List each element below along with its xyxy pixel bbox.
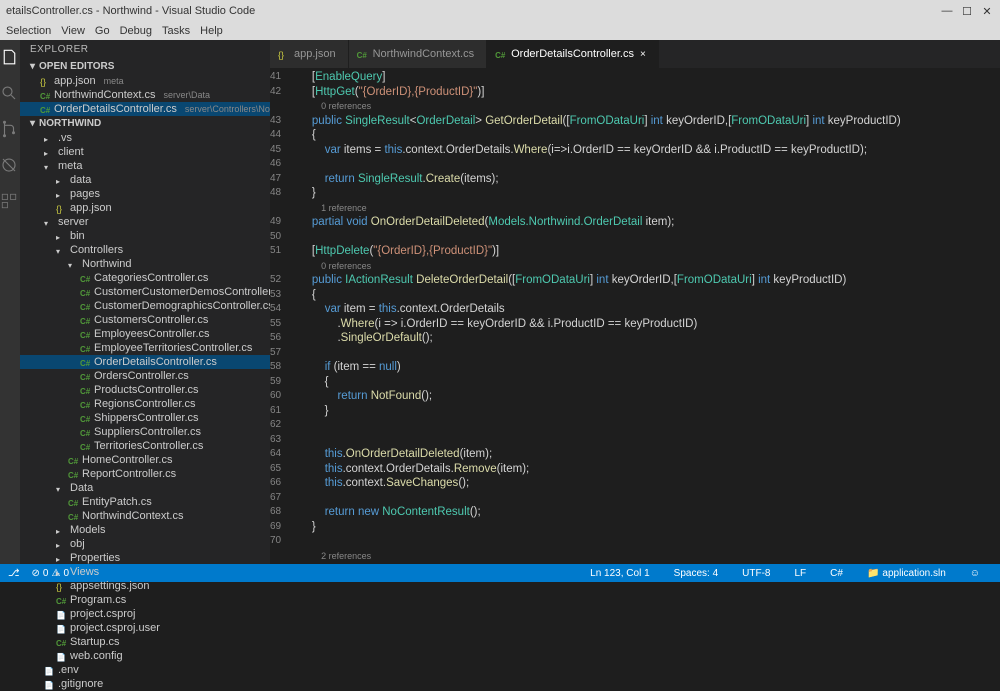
extensions-icon[interactable] <box>0 192 20 212</box>
tree-item[interactable]: project.csproj <box>20 607 270 621</box>
eol[interactable]: LF <box>794 568 806 579</box>
tree-item[interactable]: ProductsController.cs <box>20 383 270 397</box>
files-icon[interactable] <box>0 48 18 68</box>
line-col[interactable]: Ln 123, Col 1 <box>590 568 650 579</box>
tree-item[interactable]: OrdersController.cs <box>20 369 270 383</box>
tree-item[interactable]: .vs <box>20 131 270 145</box>
tree-item[interactable]: EmployeeTerritoriesController.cs <box>20 341 270 355</box>
menu-item[interactable]: Selection <box>6 25 51 37</box>
tree-item[interactable]: OrderDetailsController.cs <box>20 355 270 369</box>
titlebar: etailsController.cs - Northwind - Visual… <box>0 0 1000 22</box>
tree-item[interactable]: HomeController.cs <box>20 453 270 467</box>
tree-item[interactable]: CategoriesController.cs <box>20 271 270 285</box>
tree-item[interactable]: CustomerDemographicsController.cs <box>20 299 270 313</box>
tree-item[interactable]: EmployeesController.cs <box>20 327 270 341</box>
tree-item[interactable]: RegionsController.cs <box>20 397 270 411</box>
tab-bar: app.jsonNorthwindContext.csOrderDetailsC… <box>270 40 1000 68</box>
close-icon[interactable]: × <box>640 49 646 60</box>
tree-item[interactable]: .gitignore <box>20 677 270 691</box>
open-editor-item[interactable]: NorthwindContext.csserver\Data <box>20 88 270 102</box>
editor-tab[interactable]: OrderDetailsController.cs× <box>487 40 659 68</box>
tree-item[interactable]: Controllers <box>20 243 270 257</box>
code-area[interactable]: 4142 434445464748 495051 525354555657585… <box>270 68 1000 564</box>
feedback-icon[interactable]: ☺ <box>970 568 980 579</box>
tree-item[interactable]: web.config <box>20 649 270 663</box>
tree-item[interactable]: SuppliersController.cs <box>20 425 270 439</box>
menu-item[interactable]: Help <box>200 25 223 37</box>
branch-icon[interactable]: ⎇ <box>8 568 20 579</box>
tree-item[interactable]: CustomersController.cs <box>20 313 270 327</box>
close-icon[interactable]: ✕ <box>980 4 994 18</box>
workspace-header[interactable]: ▾NORTHWIND <box>20 116 270 131</box>
tree-item[interactable]: NorthwindContext.cs <box>20 509 270 523</box>
tree-item[interactable]: data <box>20 173 270 187</box>
line-gutter: 4142 434445464748 495051 525354555657585… <box>270 68 293 564</box>
tree-item[interactable]: pages <box>20 187 270 201</box>
menu-item[interactable]: Debug <box>120 25 152 37</box>
tree-item[interactable]: Models <box>20 523 270 537</box>
lang[interactable]: C# <box>830 568 843 579</box>
tree-item[interactable]: .env <box>20 663 270 677</box>
tree-item[interactable]: ReportController.cs <box>20 467 270 481</box>
menu-item[interactable]: Go <box>95 25 110 37</box>
sln[interactable]: 📁 application.sln <box>867 568 946 579</box>
tree-item[interactable]: CustomerCustomerDemosController.cs <box>20 285 270 299</box>
menubar: Selection View Go Debug Tasks Help <box>0 22 1000 40</box>
window-title: etailsController.cs - Northwind - Visual… <box>6 5 255 17</box>
activity-bar <box>0 40 20 564</box>
git-icon[interactable] <box>0 120 20 140</box>
maximize-icon[interactable]: ☐ <box>960 4 974 18</box>
sidebar: EXPLORER ▾OPEN EDITORS app.jsonmetaNorth… <box>20 40 270 564</box>
tree-item[interactable]: app.json <box>20 201 270 215</box>
tree-item[interactable]: Startup.cs <box>20 635 270 649</box>
tree-item[interactable]: server <box>20 215 270 229</box>
debug-icon[interactable] <box>0 156 20 176</box>
errors-seg[interactable]: ⊘ 0 ⚠ 0 <box>32 568 69 579</box>
editor-tab[interactable]: NorthwindContext.cs <box>349 40 488 68</box>
tree-item[interactable]: appsettings.json <box>20 579 270 593</box>
tree-item[interactable]: obj <box>20 537 270 551</box>
editor-tab[interactable]: app.json <box>270 40 349 68</box>
sidebar-title: EXPLORER <box>20 40 270 59</box>
spaces[interactable]: Spaces: 4 <box>674 568 718 579</box>
tree-item[interactable]: ShippersController.cs <box>20 411 270 425</box>
tree-item[interactable]: Data <box>20 481 270 495</box>
open-editors-header[interactable]: ▾OPEN EDITORS <box>20 59 270 74</box>
tree-item[interactable]: bin <box>20 229 270 243</box>
tree-item[interactable]: project.csproj.user <box>20 621 270 635</box>
tree-item[interactable]: client <box>20 145 270 159</box>
tree-item[interactable]: EntityPatch.cs <box>20 495 270 509</box>
editor-group: app.jsonNorthwindContext.csOrderDetailsC… <box>270 40 1000 564</box>
tree-item[interactable]: Properties <box>20 551 270 565</box>
open-editor-item[interactable]: app.jsonmeta <box>20 74 270 88</box>
code-content[interactable]: [EnableQuery] [HttpGet("{OrderID},{Produ… <box>293 68 1000 564</box>
minimize-icon[interactable]: — <box>940 4 954 18</box>
open-editor-item[interactable]: OrderDetailsController.csserver\Controll… <box>20 102 270 116</box>
tree-item[interactable]: TerritoriesController.cs <box>20 439 270 453</box>
tree-item[interactable]: meta <box>20 159 270 173</box>
tree-item[interactable]: Program.cs <box>20 593 270 607</box>
menu-item[interactable]: Tasks <box>162 25 190 37</box>
encoding[interactable]: UTF-8 <box>742 568 770 579</box>
tree-item[interactable]: Northwind <box>20 257 270 271</box>
search-icon[interactable] <box>0 84 20 104</box>
menu-item[interactable]: View <box>61 25 85 37</box>
